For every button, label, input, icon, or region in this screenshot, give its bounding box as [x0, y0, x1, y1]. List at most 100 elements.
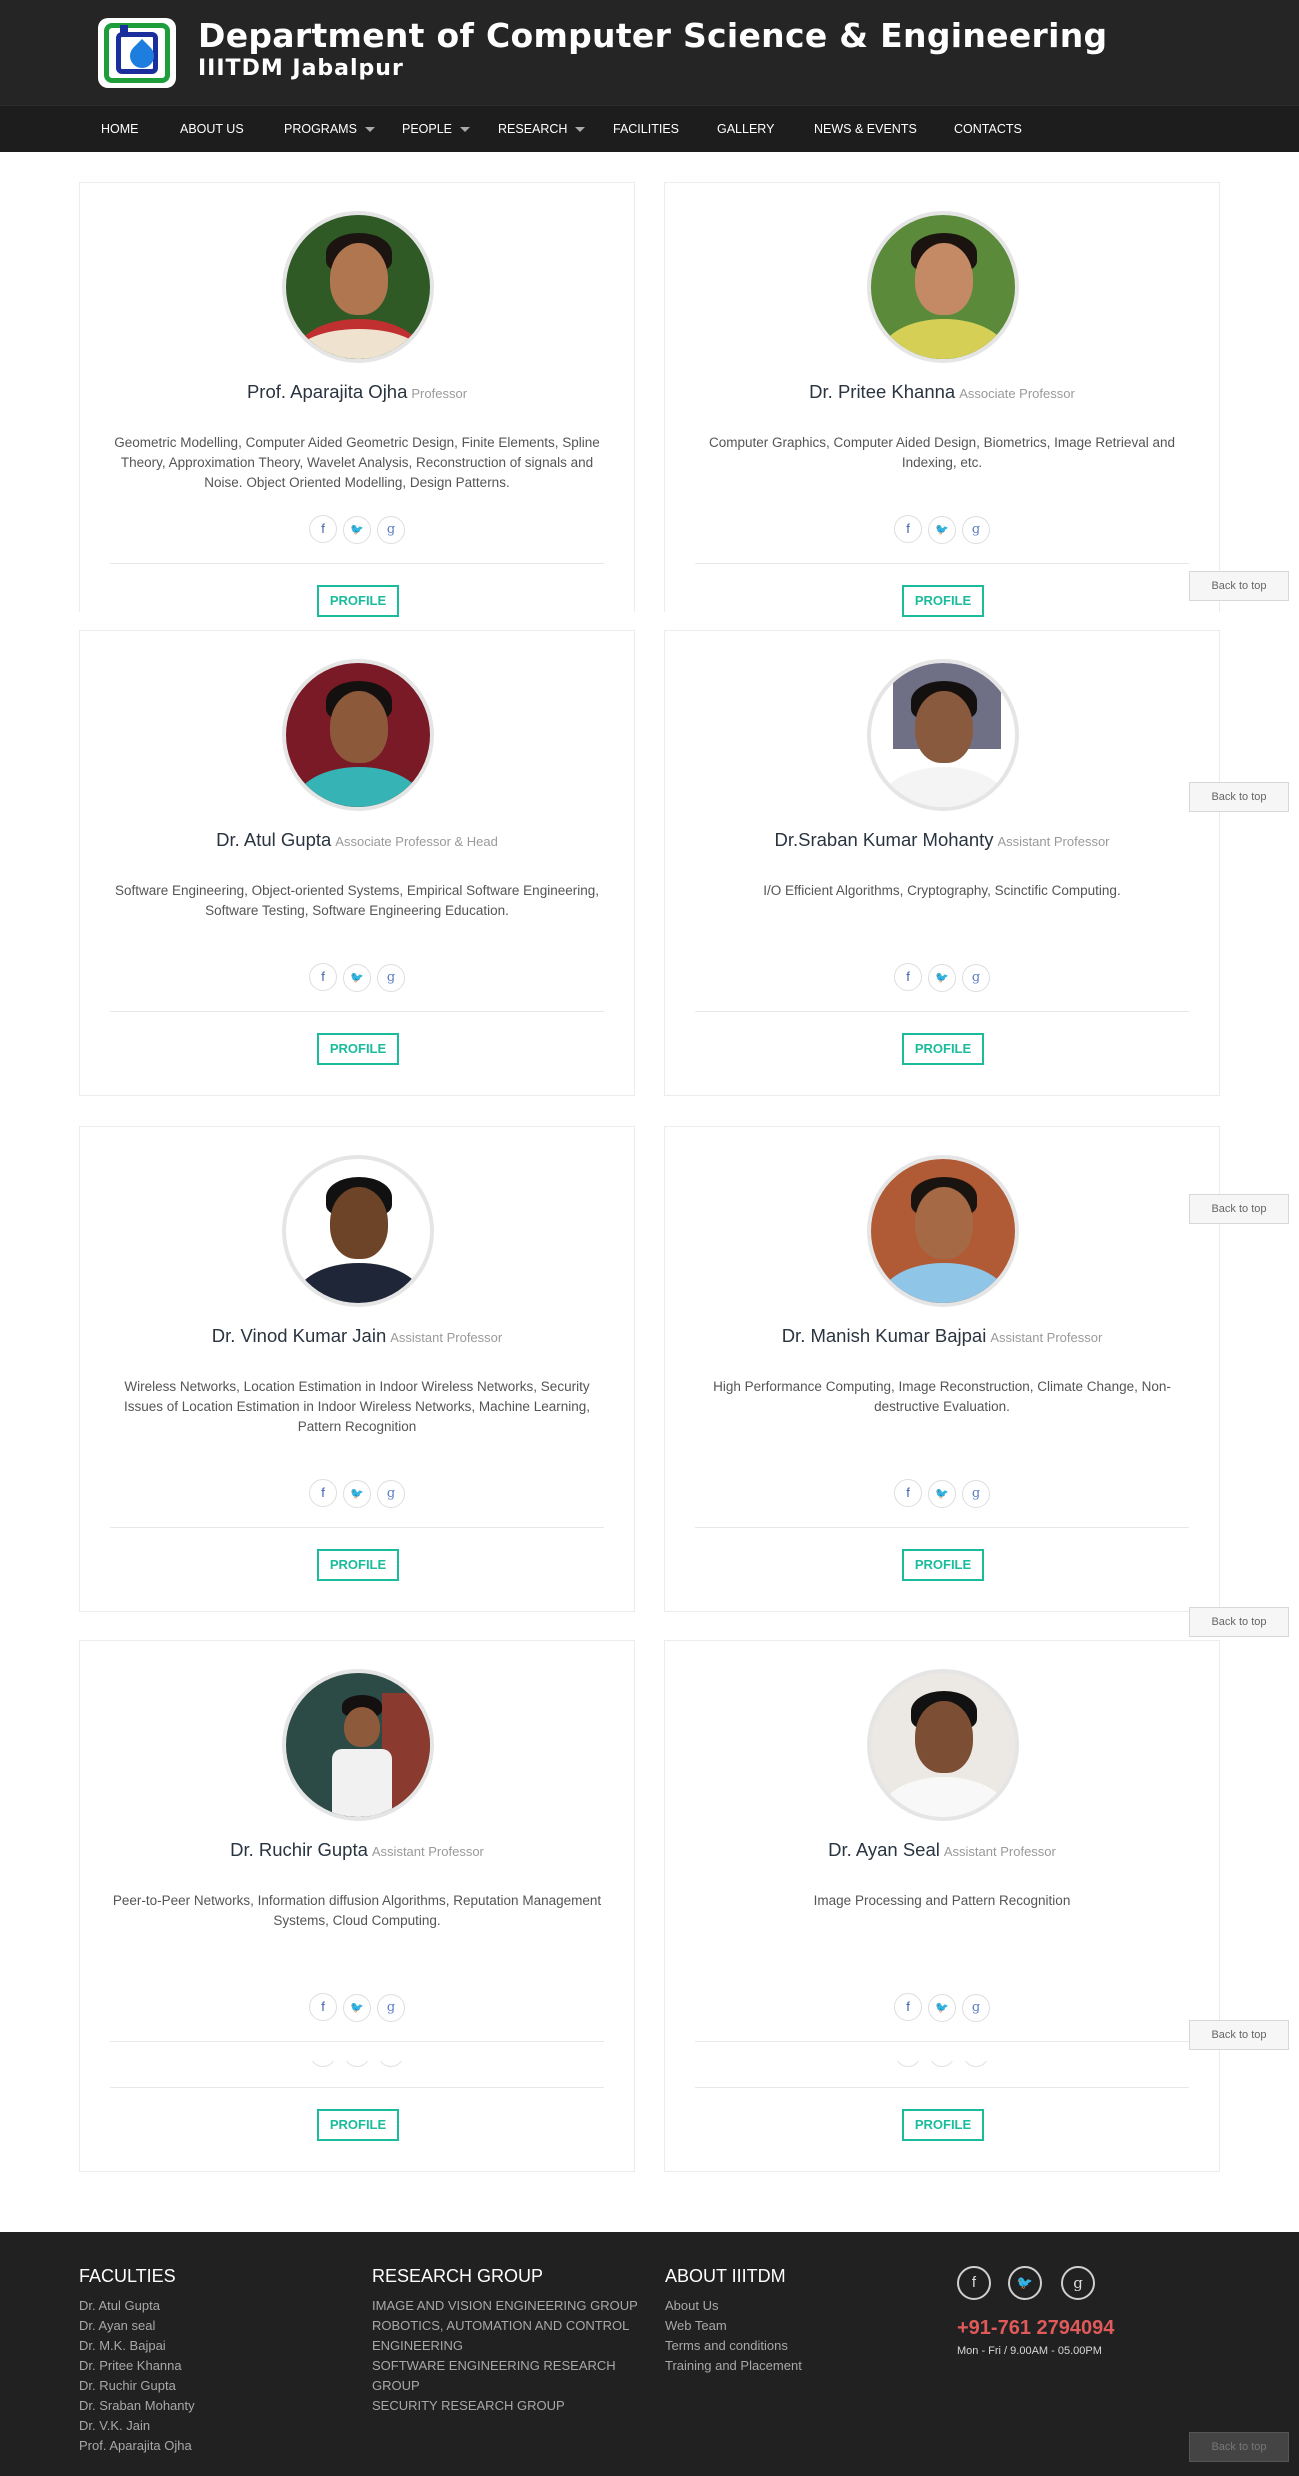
google-plus-icon[interactable]: g: [962, 1994, 990, 2022]
office-hours: Mon - Fri / 9.00AM - 05.00PM: [957, 2345, 1102, 2357]
google-plus-icon[interactable]: g: [377, 1480, 405, 1508]
footer-link[interactable]: ROBOTICS, AUTOMATION AND CONTROL ENGINEE…: [372, 2316, 642, 2356]
google-plus-icon[interactable]: g: [377, 1994, 405, 2022]
back-to-top-button[interactable]: Back to top: [1189, 1194, 1289, 1224]
card-divider: [695, 1527, 1189, 1528]
faculty-photo: [867, 659, 1019, 811]
footer-link[interactable]: Dr. Sraban Mohanty: [79, 2396, 195, 2416]
twitter-icon[interactable]: 🐦: [928, 1480, 956, 1508]
back-to-top-button[interactable]: Back to top: [1189, 571, 1289, 601]
faculty-photo: [867, 1155, 1019, 1307]
social-links: f 🐦 g: [80, 1993, 634, 2022]
twitter-icon[interactable]: 🐦: [343, 516, 371, 544]
faculty-card: Dr.Sraban Kumar Mohanty Assistant Profess…: [664, 630, 1220, 1096]
footer-link[interactable]: Dr. V.K. Jain: [79, 2416, 195, 2436]
nav-research[interactable]: RESEARCH: [498, 106, 586, 153]
google-plus-icon[interactable]: g: [377, 516, 405, 544]
nav-contacts[interactable]: CONTACTS: [954, 106, 1022, 153]
footer-link[interactable]: Prof. Aparajita Ojha: [79, 2436, 195, 2456]
profile-button[interactable]: PROFILE: [317, 1033, 399, 1065]
profile-button[interactable]: PROFILE: [902, 1549, 984, 1581]
twitter-icon[interactable]: 🐦: [928, 1994, 956, 2022]
card-divider: [695, 2041, 1189, 2042]
footer-link[interactable]: Training and Placement: [665, 2356, 802, 2376]
nav-programs[interactable]: PROGRAMS: [284, 106, 375, 153]
facebook-icon[interactable]: f: [309, 1479, 337, 1507]
faculty-role: Assistant Professor: [943, 1844, 1056, 1859]
twitter-icon[interactable]: 🐦: [343, 964, 371, 992]
faculty-card: Dr. Ayan Seal Assistant Professor Image P…: [664, 1640, 1220, 2172]
faculty-role: Associate Professor & Head: [335, 834, 498, 849]
footer-faculties-heading: FACULTIES: [79, 2266, 176, 2286]
social-links: f 🐦 g: [80, 515, 634, 544]
nav-people[interactable]: PEOPLE: [402, 106, 471, 153]
iiitdm-logo[interactable]: [98, 18, 176, 88]
chevron-down-icon: [460, 127, 471, 133]
footer-link[interactable]: Web Team: [665, 2316, 802, 2336]
footer-about-heading: ABOUT IIITDM: [665, 2266, 786, 2286]
twitter-icon[interactable]: 🐦: [343, 1994, 371, 2022]
profile-button[interactable]: PROFILE: [317, 585, 399, 617]
facebook-icon[interactable]: f: [309, 515, 337, 543]
profile-button[interactable]: PROFILE: [317, 2109, 399, 2141]
profile-button[interactable]: PROFILE: [902, 2109, 984, 2141]
card-divider: [695, 2087, 1189, 2088]
footer-link[interactable]: Dr. Atul Gupta: [79, 2296, 195, 2316]
faculty-name: Dr. Ayan Seal: [828, 1839, 940, 1860]
footer-link[interactable]: SECURITY RESEARCH GROUP: [372, 2396, 642, 2416]
footer-link[interactable]: About Us: [665, 2296, 802, 2316]
footer-link[interactable]: SOFTWARE ENGINEERING RESEARCH GROUP: [372, 2356, 642, 2396]
back-to-top-button[interactable]: Back to top: [1189, 2432, 1289, 2462]
nav-facilities[interactable]: FACILITIES: [613, 106, 679, 153]
faculty-role: Assistant Professor: [997, 834, 1110, 849]
faculty-name: Dr. Pritee Khanna: [809, 381, 956, 402]
footer-link[interactable]: Dr. M.K. Bajpai: [79, 2336, 195, 2356]
back-to-top-button[interactable]: Back to top: [1189, 1607, 1289, 1637]
nav-news-events[interactable]: NEWS & EVENTS: [814, 106, 917, 153]
footer-link[interactable]: Terms and conditions: [665, 2336, 802, 2356]
google-plus-icon[interactable]: g: [377, 964, 405, 992]
facebook-icon[interactable]: f: [894, 515, 922, 543]
card-divider: [695, 1011, 1189, 1012]
google-plus-icon[interactable]: g: [962, 1480, 990, 1508]
card-divider: [110, 1011, 604, 1012]
profile-button[interactable]: PROFILE: [317, 1549, 399, 1581]
facebook-icon[interactable]: f: [957, 2266, 991, 2300]
footer-link[interactable]: Dr. Ayan seal: [79, 2316, 195, 2336]
twitter-icon[interactable]: 🐦: [928, 516, 956, 544]
facebook-icon[interactable]: f: [309, 963, 337, 991]
research-interests: High Performance Computing, Image Recons…: [713, 1379, 1171, 1414]
social-links: f 🐦 g: [665, 1479, 1219, 1508]
social-links: f 🐦 g: [665, 1993, 1219, 2022]
faculty-role: Associate Professor: [959, 386, 1075, 401]
facebook-icon[interactable]: f: [309, 1993, 337, 2021]
social-links: f 🐦 g: [665, 515, 1219, 544]
twitter-icon[interactable]: 🐦: [928, 964, 956, 992]
facebook-icon[interactable]: f: [894, 963, 922, 991]
contact-phone[interactable]: +91-761 2794094: [957, 2317, 1114, 2340]
faculty-name: Dr. Manish Kumar Bajpai: [781, 1325, 987, 1346]
footer-link[interactable]: Dr. Pritee Khanna: [79, 2356, 195, 2376]
research-interests: I/O Efficient Algorithms, Cryptography, …: [763, 883, 1121, 898]
social-links: f 🐦 g: [80, 963, 634, 992]
google-plus-icon[interactable]: g: [1061, 2266, 1095, 2300]
footer-link[interactable]: Dr. Ruchir Gupta: [79, 2376, 195, 2396]
faculty-name: Dr. Vinod Kumar Jain: [211, 1325, 387, 1346]
nav-about-us[interactable]: ABOUT US: [180, 106, 244, 153]
nav-home[interactable]: HOME: [101, 106, 139, 153]
facebook-icon[interactable]: f: [894, 1479, 922, 1507]
google-plus-icon[interactable]: g: [962, 964, 990, 992]
twitter-icon[interactable]: 🐦: [343, 1480, 371, 1508]
faculty-card: Dr. Ruchir Gupta Assistant Professor Peer…: [79, 1640, 635, 2172]
nav-gallery[interactable]: GALLERY: [717, 106, 774, 153]
faculty-name: Dr. Atul Gupta: [216, 829, 332, 850]
footer-link[interactable]: IMAGE AND VISION ENGINEERING GROUP: [372, 2296, 642, 2316]
profile-button[interactable]: PROFILE: [902, 1033, 984, 1065]
twitter-icon[interactable]: 🐦: [1008, 2266, 1042, 2300]
back-to-top-button[interactable]: Back to top: [1189, 782, 1289, 812]
back-to-top-button[interactable]: Back to top: [1189, 2020, 1289, 2050]
google-plus-icon[interactable]: g: [962, 516, 990, 544]
profile-button[interactable]: PROFILE: [902, 585, 984, 617]
faculty-photo: [282, 659, 434, 811]
facebook-icon[interactable]: f: [894, 1993, 922, 2021]
